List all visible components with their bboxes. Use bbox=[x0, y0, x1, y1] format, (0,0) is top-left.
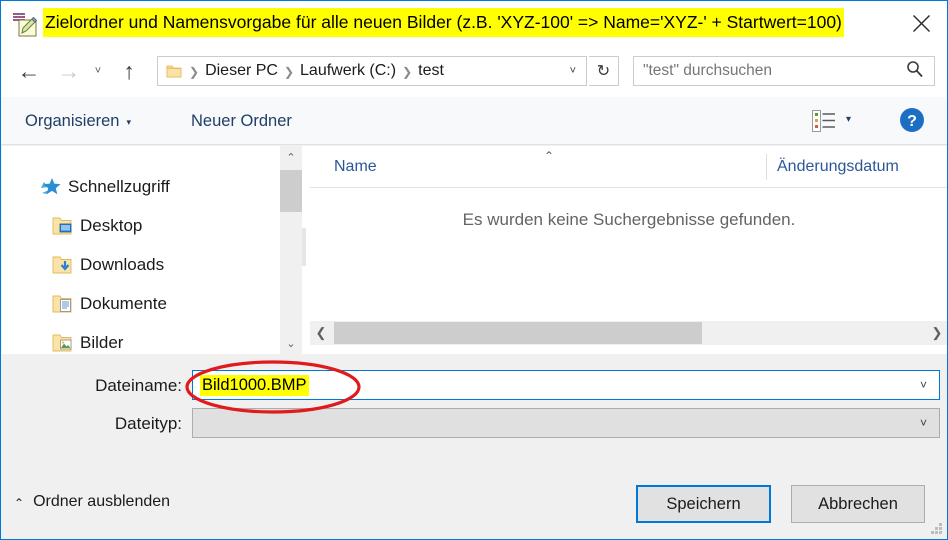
folder-documents-icon bbox=[50, 295, 76, 314]
breadcrumb-item-test[interactable]: test bbox=[418, 62, 444, 80]
sidebar-item-label: Schnellzugriff bbox=[68, 177, 170, 196]
filename-label: Dateiname: bbox=[95, 376, 182, 395]
back-button[interactable]: ← bbox=[13, 55, 45, 87]
refresh-icon: ↻ bbox=[596, 63, 611, 80]
column-divider[interactable] bbox=[766, 154, 767, 180]
hide-folders-toggle[interactable]: ⌃ Ordner ausblenden bbox=[14, 490, 170, 514]
hide-folders-label: Ordner ausblenden bbox=[33, 493, 171, 510]
cancel-button-label: Abbrechen bbox=[818, 494, 898, 513]
filetype-label: Dateityp: bbox=[114, 414, 182, 433]
search-icon bbox=[906, 60, 924, 83]
new-folder-label: Neuer Ordner bbox=[191, 111, 292, 130]
sidebar-item-label: Downloads bbox=[80, 255, 165, 274]
chevron-down-icon[interactable]: ▾ bbox=[846, 114, 851, 125]
organize-button[interactable]: Organisieren ▾ bbox=[25, 97, 131, 145]
navigation-pane: Schnellzugriff Desktop Downloads Dokumen… bbox=[2, 146, 311, 354]
filename-field[interactable]: Bild1000.BMP ˅ bbox=[192, 370, 940, 400]
column-header-name[interactable]: Name bbox=[334, 146, 377, 188]
recent-locations-button[interactable]: ˅ bbox=[87, 55, 109, 87]
empty-state-message: Es wurden keine Suchergebnisse gefunden. bbox=[462, 210, 796, 229]
file-list-hscrollbar[interactable]: ❮ ❯ bbox=[310, 321, 947, 345]
search-placeholder: "test" durchsuchen bbox=[643, 62, 773, 79]
sidebar-item-schnellzugriff[interactable]: Schnellzugriff bbox=[38, 168, 288, 206]
organize-label: Organisieren bbox=[25, 111, 120, 130]
dialog-footer: ⌃ Ordner ausblenden Speichern Abbrechen bbox=[2, 464, 947, 539]
up-button[interactable]: ↑ bbox=[113, 55, 145, 87]
command-bar: Organisieren ▾ Neuer Ordner ▾ bbox=[1, 97, 947, 145]
scroll-right-button[interactable]: ❯ bbox=[926, 321, 947, 345]
sidebar-item-label: Dokumente bbox=[80, 294, 167, 313]
column-header-aenderungsdatum[interactable]: Änderungsdatum bbox=[777, 146, 899, 188]
svg-text:?: ? bbox=[907, 113, 917, 130]
resize-grip-icon[interactable] bbox=[930, 522, 944, 536]
scroll-down-button[interactable]: ⌄ bbox=[280, 332, 302, 354]
scrollbar-thumb[interactable] bbox=[280, 170, 302, 212]
cancel-button[interactable]: Abbrechen bbox=[791, 485, 925, 523]
forward-button[interactable]: → bbox=[53, 55, 85, 87]
view-list-icon[interactable] bbox=[809, 107, 839, 135]
help-icon: ? bbox=[900, 108, 924, 132]
sort-ascending-icon: ⌃ bbox=[544, 149, 555, 163]
paint-image-icon bbox=[12, 11, 38, 37]
filename-value: Bild1000.BMP bbox=[200, 374, 309, 396]
folder-pictures-icon bbox=[50, 334, 76, 353]
window-title: Zielordner und Namensvorgabe für alle ne… bbox=[43, 8, 844, 37]
sidebar-item-label: Desktop bbox=[80, 216, 143, 235]
search-input[interactable]: "test" durchsuchen bbox=[633, 56, 935, 86]
breadcrumb-item-laufwerk-c[interactable]: Laufwerk (C:) bbox=[300, 62, 396, 80]
refresh-button[interactable]: ↻ bbox=[589, 56, 619, 86]
folder-desktop-icon bbox=[50, 217, 76, 236]
breadcrumb[interactable]: ❯ Dieser PC ❯ Laufwerk (C:) ❯ test ˅ bbox=[157, 56, 587, 86]
folder-downloads-icon bbox=[50, 256, 76, 275]
chevron-down-icon[interactable]: ˅ bbox=[570, 65, 576, 77]
save-as-dialog: Zielordner und Namensvorgabe für alle ne… bbox=[0, 0, 948, 540]
splitter-handle[interactable] bbox=[302, 228, 306, 266]
breadcrumb-separator: ❯ bbox=[402, 65, 413, 79]
chevron-down-icon[interactable]: ˅ bbox=[920, 378, 927, 392]
save-button-label: Speichern bbox=[666, 494, 741, 513]
chevron-down-icon[interactable]: ˅ bbox=[920, 416, 927, 430]
scroll-left-button[interactable]: ❮ bbox=[310, 321, 332, 345]
filetype-field[interactable]: ˅ bbox=[192, 408, 940, 438]
scrollbar-thumb[interactable] bbox=[334, 322, 702, 344]
column-headers: Name ⌃ Änderungsdatum bbox=[310, 146, 947, 188]
chevron-up-icon: ⌃ bbox=[14, 496, 25, 510]
breadcrumb-separator: ❯ bbox=[283, 65, 295, 79]
breadcrumb-item-dieser-pc[interactable]: Dieser PC bbox=[205, 62, 278, 80]
close-button[interactable] bbox=[895, 1, 947, 45]
save-button[interactable]: Speichern bbox=[636, 485, 771, 523]
folder-icon bbox=[166, 64, 183, 79]
chevron-down-icon: ▾ bbox=[126, 116, 131, 127]
new-folder-button[interactable]: Neuer Ordner bbox=[191, 97, 292, 145]
address-bar: ← → ˅ ↑ ❯ Dieser PC ❯ Laufwerk (C:) ❯ te… bbox=[1, 45, 947, 97]
title-bar: Zielordner und Namensvorgabe für alle ne… bbox=[1, 1, 947, 45]
sidebar-item-label: Bilder bbox=[80, 333, 124, 352]
navpane-scrollbar[interactable]: ⌃ ⌄ bbox=[280, 146, 302, 354]
scroll-up-button[interactable]: ⌃ bbox=[280, 146, 302, 168]
pane-splitter[interactable] bbox=[302, 146, 310, 354]
breadcrumb-separator: ❯ bbox=[189, 65, 200, 79]
help-button[interactable]: ? bbox=[899, 107, 925, 133]
quick-access-star-icon bbox=[38, 177, 64, 197]
close-icon bbox=[912, 14, 930, 32]
file-form: Dateiname: Bild1000.BMP ˅ Dateityp: ˅ bbox=[2, 354, 947, 464]
